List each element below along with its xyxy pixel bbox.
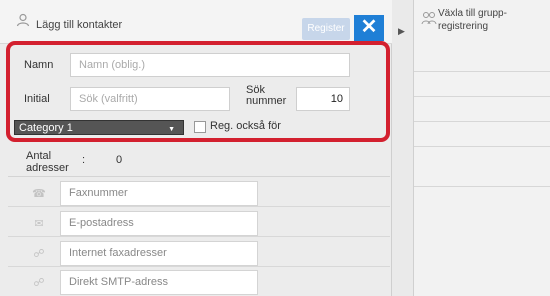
right-row-divider (414, 186, 550, 187)
email-icon: ✉ (34, 218, 44, 230)
register-button[interactable]: Register (302, 18, 350, 40)
phone-icon: ☎ (32, 188, 46, 200)
smtp-address-field[interactable]: Direkt SMTP-adress (60, 270, 258, 295)
person-icon (16, 13, 30, 27)
right-row-divider (414, 71, 550, 72)
internet-fax-icon: ☍ (33, 248, 45, 260)
group-registration-label: Växla till grupp-registrering (438, 8, 507, 32)
internet-fax-field[interactable]: Internet faxadresser (60, 241, 258, 266)
smtp-icon: ☍ (33, 277, 45, 289)
address-count-value: 0 (116, 154, 123, 166)
right-panel (414, 0, 550, 296)
close-button[interactable]: ✕ (354, 15, 384, 41)
close-icon: ✕ (360, 16, 378, 38)
right-row-divider (414, 96, 550, 97)
fax-number-field[interactable]: Faxnummer (60, 181, 258, 206)
email-address-field[interactable]: E-postadress (60, 211, 258, 236)
group-icon (421, 12, 437, 25)
side-panel-toggle[interactable] (392, 0, 414, 296)
address-count-separator: : (82, 154, 86, 166)
address-count-label: Antal adresser (26, 150, 69, 174)
entry-divider (8, 206, 390, 207)
highlight-frame (6, 41, 390, 142)
expand-arrow-icon: ▶ (398, 26, 405, 36)
entry-divider (8, 236, 390, 237)
right-row-divider (414, 121, 550, 122)
right-row-divider (414, 146, 550, 147)
entry-divider (8, 266, 390, 267)
page-title: Lägg till kontakter (36, 19, 123, 31)
